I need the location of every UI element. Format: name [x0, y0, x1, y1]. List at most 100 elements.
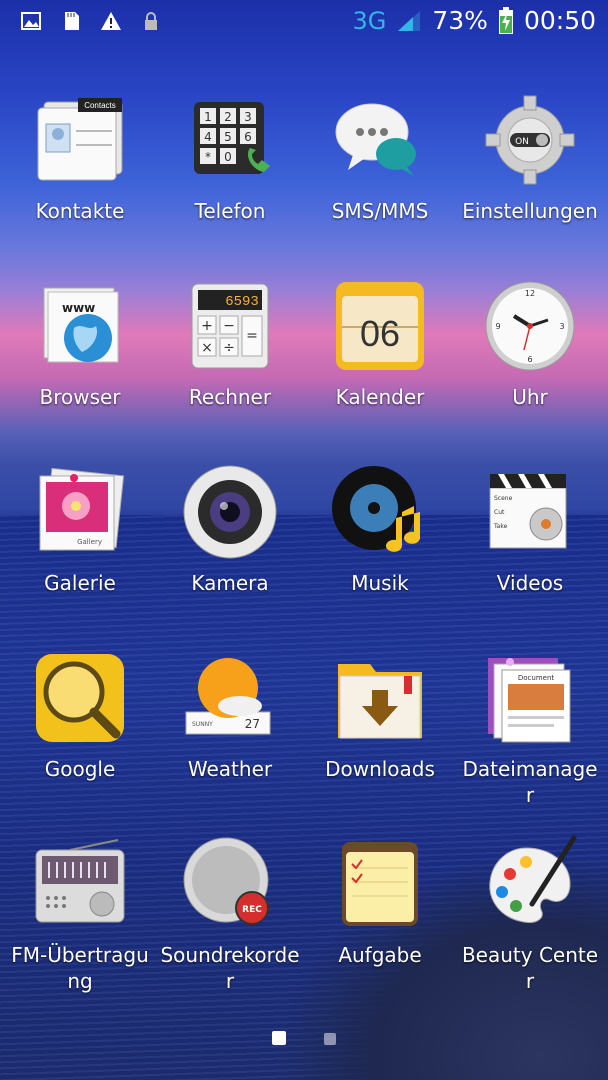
svg-text:=: = — [246, 328, 258, 344]
app-label: Rechner — [188, 385, 272, 409]
sd-card-icon — [65, 12, 79, 30]
app-rechner[interactable]: 6593 + − × ÷ = Rechner — [155, 276, 305, 410]
search-magnifier-icon — [36, 654, 124, 742]
svg-text:2: 2 — [224, 110, 232, 124]
globe-browser-icon: www — [43, 287, 119, 363]
app-label: Telefon — [194, 199, 266, 223]
svg-text:Scene: Scene — [494, 495, 513, 502]
battery-percent: 73% — [432, 6, 488, 35]
svg-text:6593: 6593 — [225, 294, 259, 310]
app-videos[interactable]: Scene Cut Take Videos — [455, 462, 605, 596]
picture-notification-icon — [21, 12, 41, 30]
app-kamera[interactable]: Kamera — [155, 462, 305, 596]
lock-icon — [145, 12, 157, 30]
app-label: Kamera — [191, 571, 269, 595]
app-label: Musik — [351, 571, 409, 595]
clapperboard-icon: Scene Cut Take — [489, 474, 567, 549]
app-label: Dateimanager — [462, 757, 598, 807]
page-indicator — [0, 1030, 608, 1049]
svg-text:6: 6 — [244, 130, 252, 144]
app-sms-mms[interactable]: SMS/MMS — [305, 90, 455, 224]
svg-text:www: www — [62, 301, 95, 315]
svg-text:27: 27 — [245, 717, 260, 731]
app-downloads[interactable]: Downloads — [305, 648, 455, 782]
contacts-icon: Contacts — [37, 98, 123, 181]
svg-text:×: × — [201, 340, 213, 356]
app-musik[interactable]: Musik — [305, 462, 455, 596]
svg-text:ON: ON — [515, 137, 529, 147]
app-label: Weather — [187, 757, 273, 781]
app-telefon[interactable]: 1 2 3 4 5 6 * 0 Telefon — [155, 90, 305, 224]
warning-icon — [101, 12, 121, 30]
svg-text:−: − — [223, 318, 235, 334]
app-label: Aufgabe — [338, 943, 422, 967]
app-label: Google — [44, 757, 116, 781]
app-galerie[interactable]: Gallery Galerie — [5, 462, 155, 596]
app-google[interactable]: Google — [5, 648, 155, 782]
app-dateimanager[interactable]: Document Dateimanager — [455, 648, 605, 808]
app-einstellungen[interactable]: ON Einstellungen — [455, 90, 605, 224]
app-label: Soundrekorder — [160, 943, 300, 993]
app-uhr[interactable]: 12 3 6 9 Uhr — [455, 276, 605, 410]
app-label: Videos — [496, 571, 564, 595]
svg-text:0: 0 — [224, 150, 232, 164]
svg-text:6: 6 — [527, 355, 532, 364]
app-label: SMS/MMS — [331, 199, 429, 223]
app-label: FM-Übertragung — [11, 943, 149, 993]
signal-strength-icon — [398, 10, 421, 31]
calculator-icon: 6593 + − × ÷ = — [191, 283, 269, 369]
svg-text:3: 3 — [244, 110, 252, 124]
page-dot-2[interactable] — [323, 1033, 336, 1045]
svg-text:+: + — [201, 318, 213, 334]
svg-text:1: 1 — [204, 110, 212, 124]
app-label: Uhr — [512, 385, 548, 409]
gallery-icon: Gallery — [39, 467, 125, 551]
app-weather[interactable]: SUNNY 27 Weather — [155, 648, 305, 782]
download-folder-icon — [338, 664, 422, 739]
fm-radio-icon — [35, 839, 125, 923]
svg-text:9: 9 — [495, 322, 500, 331]
network-type: 3G — [352, 6, 387, 35]
camera-lens-icon — [183, 465, 277, 559]
svg-text:Document: Document — [518, 674, 555, 682]
weather-sun-icon: SUNNY 27 — [185, 658, 271, 735]
svg-text:06: 06 — [360, 313, 400, 354]
svg-text:5: 5 — [224, 130, 232, 144]
paint-palette-icon — [489, 835, 577, 923]
notepad-task-icon — [342, 842, 418, 926]
clock-time: 00:50 — [523, 6, 596, 35]
svg-text:3: 3 — [559, 322, 564, 331]
app-kontakte[interactable]: Contacts Kontakte — [5, 90, 155, 224]
app-label: Beauty Center — [461, 943, 599, 993]
clock-icon: 12 3 6 9 — [485, 281, 575, 371]
settings-gear-icon: ON — [485, 95, 575, 185]
svg-text:Contacts: Contacts — [84, 101, 116, 110]
app-soundrekorder[interactable]: REC Soundrekorder — [155, 834, 305, 994]
app-browser[interactable]: www Browser — [5, 276, 155, 410]
svg-text:Cut: Cut — [494, 509, 505, 516]
app-beauty-center[interactable]: Beauty Center — [455, 834, 605, 994]
page-dot-1[interactable] — [272, 1031, 287, 1045]
svg-text:*: * — [205, 150, 211, 164]
svg-text:REC: REC — [242, 905, 262, 915]
svg-text:12: 12 — [525, 289, 535, 298]
svg-text:SUNNY: SUNNY — [192, 721, 213, 728]
app-label: Browser — [39, 385, 121, 409]
app-fm-uebertragung[interactable]: FM-Übertragung — [5, 834, 155, 994]
app-kalender[interactable]: 06 Kalender — [305, 276, 455, 410]
sound-recorder-icon: REC — [183, 837, 269, 925]
messaging-icon — [335, 103, 416, 176]
app-label: Kalender — [335, 385, 425, 409]
music-disc-icon — [332, 466, 420, 552]
app-label: Kontakte — [35, 199, 125, 223]
app-label: Einstellungen — [462, 199, 598, 223]
svg-text:Gallery: Gallery — [77, 538, 102, 546]
calendar-icon: 06 — [336, 282, 424, 370]
svg-text:÷: ÷ — [223, 340, 235, 356]
app-label: Galerie — [44, 571, 116, 595]
phone-dialer-icon: 1 2 3 4 5 6 * 0 — [194, 102, 270, 174]
svg-text:Take: Take — [493, 523, 508, 530]
status-bar: 3G 73% 00:50 — [0, 0, 608, 44]
app-aufgabe[interactable]: Aufgabe — [305, 834, 455, 968]
app-label: Downloads — [325, 757, 435, 781]
